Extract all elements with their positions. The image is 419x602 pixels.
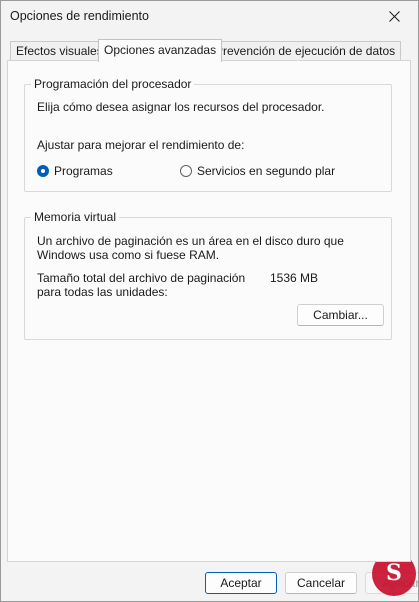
watermark-letter: S xyxy=(386,560,402,586)
processor-scheduling-group: Programación del procesador Elija cómo d… xyxy=(24,77,392,192)
virtual-memory-description-line1: Un archivo de paginación es un área en e… xyxy=(37,234,344,248)
tab-label: Prevención de ejecución de datos xyxy=(215,44,396,58)
radio-unselected-indicator xyxy=(180,165,192,177)
radio-programas-label: Programas xyxy=(54,164,113,178)
radio-selected-indicator xyxy=(37,165,49,177)
paging-total-label-line1: Tamaño total del archivo de paginación xyxy=(37,271,246,285)
virtual-memory-group: Memoria virtual Un archivo de paginación… xyxy=(24,210,392,340)
virtual-memory-group-title: Memoria virtual xyxy=(31,210,120,224)
tab-label: Opciones avanzadas xyxy=(104,43,217,57)
tab-label: Efectos visuales xyxy=(16,44,103,58)
accept-button[interactable]: Aceptar xyxy=(205,572,277,594)
tab-efectos-visuales[interactable]: Efectos visuales xyxy=(10,41,109,61)
tab-prevencion-ejecucion-datos[interactable]: Prevención de ejecución de datos xyxy=(209,41,402,61)
tab-strip: Efectos visuales Opciones avanzadas Prev… xyxy=(7,39,412,62)
window-title: Opciones de rendimiento xyxy=(10,9,149,23)
adjust-label: Ajustar para mejorar el rendimiento de: xyxy=(37,138,245,152)
change-button[interactable]: Cambiar... xyxy=(297,304,384,326)
radio-servicios-label: Servicios en segundo plar xyxy=(197,164,336,178)
paging-total-value: 1536 MB xyxy=(270,271,319,285)
processor-description: Elija cómo desea asignar los recursos de… xyxy=(37,100,325,114)
tab-panel-opciones-avanzadas: Programación del procesador Elija cómo d… xyxy=(7,60,411,562)
virtual-memory-description-line2: Windows usa como si fuese RAM. xyxy=(37,248,220,262)
performance-options-dialog: Opciones de rendimiento Efectos visuales… xyxy=(0,0,419,602)
tab-opciones-avanzadas[interactable]: Opciones avanzadas xyxy=(98,39,223,62)
processor-group-title: Programación del procesador xyxy=(31,77,195,91)
radio-programas[interactable]: Programas xyxy=(37,164,177,180)
title-bar: Opciones de rendimiento xyxy=(1,1,418,33)
paging-total-label-line2: para todas las unidades: xyxy=(37,285,168,299)
close-icon xyxy=(389,11,400,22)
radio-servicios-segundo-plano[interactable]: Servicios en segundo plar xyxy=(180,164,390,180)
close-button[interactable] xyxy=(372,1,418,33)
cancel-button[interactable]: Cancelar xyxy=(285,572,357,594)
